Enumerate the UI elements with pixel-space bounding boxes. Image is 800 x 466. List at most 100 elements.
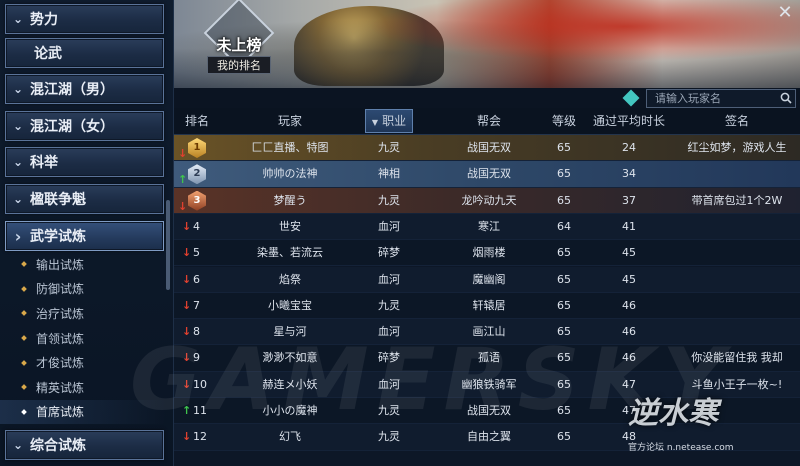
sidebar-subitem-0[interactable]: 输出试炼 bbox=[0, 252, 166, 277]
sidebar-category-1[interactable]: 论武 bbox=[5, 38, 164, 68]
table-row[interactable]: ↓ 6 焰祭 血河 魔幽阁 65 45 bbox=[174, 266, 800, 293]
header-avg-time[interactable]: 通过平均时长 bbox=[584, 108, 674, 135]
trend-down-icon: ↓ bbox=[182, 325, 192, 339]
search-input[interactable] bbox=[646, 89, 796, 108]
trend-down-icon: ↓ bbox=[182, 272, 192, 286]
class-cell: 血河 bbox=[378, 272, 400, 286]
class-cell: 血河 bbox=[378, 219, 400, 233]
avg-time-cell: 46 bbox=[622, 325, 636, 339]
signature-cell: 红尘如梦，游戏人生 bbox=[687, 141, 787, 154]
signature-cell bbox=[674, 161, 800, 187]
sort-down-icon: ▼ bbox=[371, 118, 379, 127]
table-row[interactable]: ↓ 4 世安 血河 寒江 64 41 bbox=[174, 213, 800, 241]
avg-time-cell: 46 bbox=[622, 351, 636, 365]
player-cell: 梦醒う bbox=[273, 193, 307, 207]
banner: 未上榜 我的排名 ✕ bbox=[174, 0, 800, 88]
player-cell: 世安 bbox=[279, 219, 301, 233]
sidebar-category-label: 科举 bbox=[30, 155, 58, 171]
player-cell: 帅帅の法神 bbox=[262, 167, 318, 181]
rank-cell: ↓ 4 bbox=[174, 214, 220, 240]
sidebar-category-label: 论武 bbox=[34, 46, 62, 62]
table-row[interactable]: ↓ 3 梦醒う 九灵 龙吟动九天 65 37 带首席包过1个2W bbox=[174, 187, 800, 214]
sidebar-scrollbar[interactable] bbox=[166, 200, 170, 290]
my-rank-value: 未上榜 bbox=[216, 36, 262, 54]
sidebar-category-5[interactable]: ⌄ 楹联争魁 bbox=[5, 184, 164, 214]
player-cell: 焰祭 bbox=[279, 272, 301, 286]
player-cell: 渺渺不如意 bbox=[262, 351, 318, 365]
rank-cell: ↑ 2 bbox=[174, 161, 220, 187]
trend-down-icon: ↓ bbox=[182, 377, 192, 391]
chevron-down-icon: ⌄ bbox=[12, 438, 24, 452]
table-row[interactable]: ↓ 7 小曦宝宝 九灵 轩辕居 65 46 bbox=[174, 292, 800, 320]
table-row[interactable]: ↓ 9 渺渺不如意 碎梦 孤语 65 46 你没能留住我 我却 bbox=[174, 345, 800, 372]
signature-cell bbox=[674, 240, 800, 266]
trend-up-icon: ↑ bbox=[178, 173, 188, 187]
rank-cell: ↓ 12 bbox=[174, 424, 220, 450]
sidebar-subitem-3[interactable]: 首领试炼 bbox=[0, 326, 166, 351]
sidebar-subitem-1[interactable]: 防御试炼 bbox=[0, 277, 166, 302]
class-cell: 碎梦 bbox=[378, 351, 400, 365]
class-cell: 九灵 bbox=[378, 430, 400, 444]
table-row[interactable]: ↑ 2 帅帅の法神 神相 战国无双 65 34 bbox=[174, 161, 800, 188]
rank-cell: ↓ 1 bbox=[174, 135, 220, 161]
sidebar-category-0[interactable]: ⌄ 势力 bbox=[5, 4, 164, 34]
header-player[interactable]: 玩家 bbox=[220, 108, 360, 135]
close-button[interactable]: ✕ bbox=[774, 2, 796, 24]
search-icon[interactable] bbox=[780, 92, 792, 104]
table-header: 排名 玩家 ▼ 职业 帮会 等级 通过平均时长 签名 bbox=[174, 108, 800, 135]
rank-number: 6 bbox=[193, 272, 200, 286]
rank-number: 5 bbox=[193, 246, 200, 260]
sidebar-subitem-4[interactable]: 才俊试炼 bbox=[0, 350, 166, 375]
sidebar-category-label: 混江湖（女） bbox=[30, 119, 114, 135]
sidebar-category-6[interactable]: › 武学试炼 bbox=[5, 221, 164, 251]
rank-number: 9 bbox=[193, 351, 200, 365]
bullet-icon bbox=[21, 286, 27, 292]
logo-mark: 逆水寒 bbox=[628, 396, 718, 431]
chevron-down-icon: ⌄ bbox=[12, 155, 24, 169]
sidebar-category-4[interactable]: ⌄ 科举 bbox=[5, 147, 164, 177]
avg-time-cell: 41 bbox=[622, 219, 636, 233]
sidebar: ⌄ 势力 论武 ⌄ 混江湖（男） ⌄ 混江湖（女） ⌄ 科举 ⌄ 楹联争魁 › 武学试炼 ⌄ 综合试炼 输出试… bbox=[0, 0, 174, 466]
class-cell: 九灵 bbox=[378, 404, 400, 417]
rank-cell: ↓ 7 bbox=[174, 293, 220, 319]
bullet-icon bbox=[21, 359, 27, 366]
trend-down-icon: ↓ bbox=[178, 199, 188, 213]
class-cell: 碎梦 bbox=[378, 246, 400, 260]
header-signature[interactable]: 签名 bbox=[674, 108, 800, 135]
sidebar-category-2[interactable]: ⌄ 混江湖（男） bbox=[5, 74, 164, 104]
bullet-icon bbox=[21, 310, 27, 317]
sidebar-subitem-label: 首领试炼 bbox=[36, 331, 85, 346]
gold-medal-icon: 1 bbox=[188, 138, 206, 158]
chevron-down-icon: ⌄ bbox=[12, 82, 24, 96]
signature-cell: 你没能留住我 我却 bbox=[691, 351, 783, 365]
rank-number: 4 bbox=[193, 219, 200, 233]
sidebar-category-label: 势力 bbox=[30, 12, 58, 28]
sidebar-subitem-5[interactable]: 精英试炼 bbox=[0, 375, 166, 400]
sidebar-category-label: 楹联争魁 bbox=[30, 192, 86, 208]
chevron-down-icon: ⌄ bbox=[12, 12, 24, 26]
trend-down-icon: ↓ bbox=[178, 147, 188, 160]
player-cell: 幻飞 bbox=[279, 430, 301, 444]
avg-time-cell: 24 bbox=[622, 141, 636, 154]
table-row[interactable]: ↓ 5 染墨、若流云 碎梦 烟雨楼 65 45 bbox=[174, 240, 800, 267]
class-cell: 九灵 bbox=[378, 298, 400, 312]
bullet-icon bbox=[21, 409, 27, 415]
table-row[interactable]: ↓ 8 星与河 血河 画江山 65 46 bbox=[174, 319, 800, 346]
sidebar-category-3[interactable]: ⌄ 混江湖（女） bbox=[5, 111, 164, 141]
header-class[interactable]: ▼ 职业 bbox=[365, 109, 413, 133]
sidebar-subitem-label: 才俊试炼 bbox=[36, 356, 85, 371]
trend-down-icon: ↓ bbox=[182, 430, 192, 444]
class-cell: 血河 bbox=[378, 325, 400, 339]
table-row[interactable]: ↓ 1 匚匚直播、特图 九灵 战国无双 65 24 红尘如梦，游戏人生 bbox=[174, 135, 800, 162]
sidebar-subitem-6[interactable]: 首席试炼 bbox=[0, 399, 166, 425]
bronze-medal-icon: 3 bbox=[188, 190, 206, 211]
sidebar-category-label: 混江湖（男） bbox=[30, 82, 114, 98]
header-rank[interactable]: 排名 bbox=[174, 108, 220, 135]
sidebar-subitem-2[interactable]: 治疗试炼 bbox=[0, 301, 166, 326]
player-cell: 小曦宝宝 bbox=[268, 298, 312, 312]
sidebar-category-7[interactable]: ⌄ 综合试炼 bbox=[5, 430, 164, 460]
chevron-down-icon: ⌄ bbox=[12, 119, 24, 133]
rank-cell: ↓ 10 bbox=[174, 372, 220, 398]
rank-cell: ↓ 3 bbox=[174, 188, 220, 214]
signature-cell bbox=[674, 267, 800, 293]
